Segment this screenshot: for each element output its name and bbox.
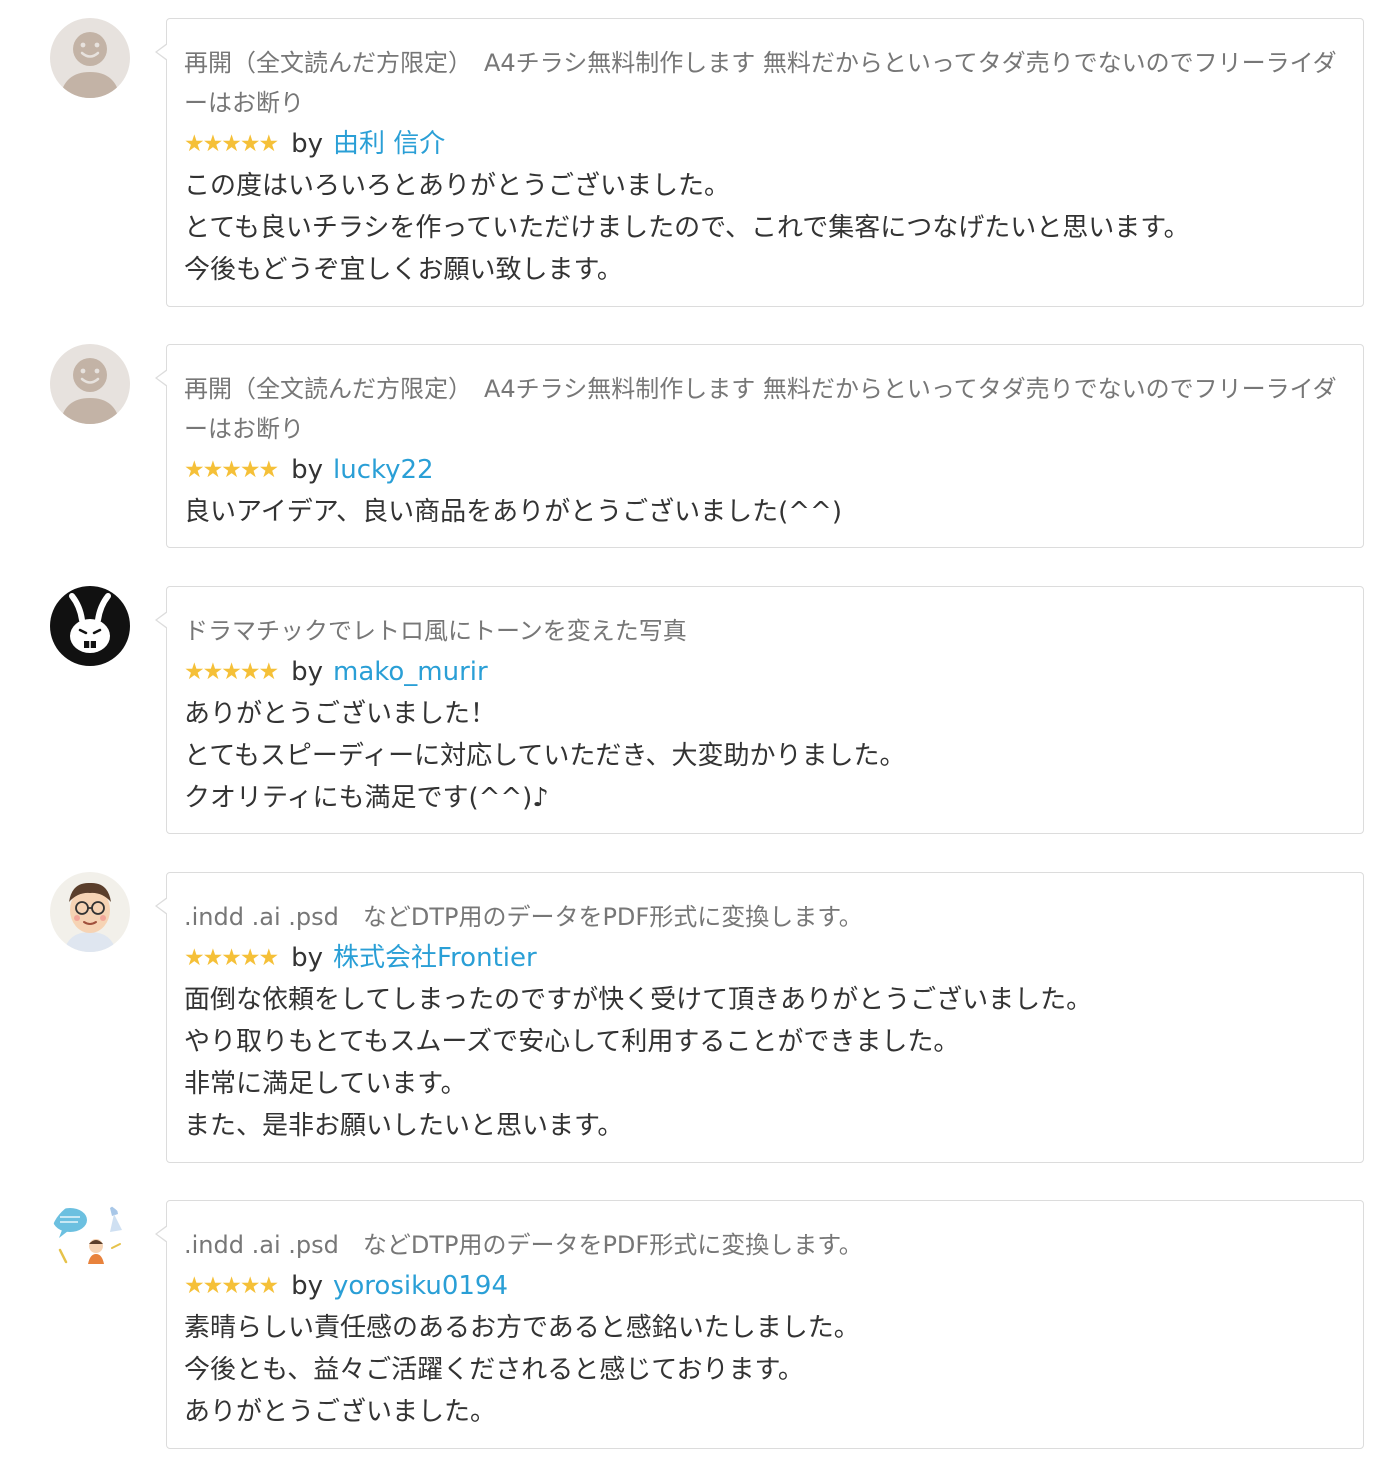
comment-line: この度はいろいろとありがとうございました。 [184, 171, 731, 201]
avatar[interactable] [50, 344, 130, 424]
star-rating: ★★★★★ [184, 945, 279, 971]
rating-line: ★★★★★ by mako_murir [184, 651, 1345, 693]
review-card: .indd .ai .psd などDTP用のデータをPDF形式に変換します。 ★… [155, 1200, 1364, 1449]
comment-line: ありがとうございました。 [184, 1397, 497, 1427]
review-card: ドラマチックでレトロ風にトーンを変えた写真 ★★★★★ by mako_muri… [155, 586, 1364, 834]
review-comment: 面倒な依頼をしてしまったのですが快く受けて頂きありがとうございました。 やり取り… [184, 979, 1345, 1147]
by-label: by [291, 943, 323, 973]
review-comment: 素晴らしい責任感のあるお方であると感銘いたしました。 今後とも、益々ご活躍くださ… [184, 1307, 1345, 1433]
star-rating: ★★★★★ [184, 1273, 279, 1299]
comment-line: 面倒な依頼をしてしまったのですが快く受けて頂きありがとうございました。 [184, 985, 1093, 1015]
review-card: 再開（全文読んだ方限定） A4チラシ無料制作します 無料だからといってタダ売りで… [155, 344, 1364, 548]
comment-line: 非常に満足しています。 [184, 1069, 467, 1099]
review-card: 再開（全文読んだ方限定） A4チラシ無料制作します 無料だからといってタダ売りで… [155, 18, 1364, 307]
review-comment: 良いアイデア、良い商品をありがとうございました(^^) [184, 491, 1345, 533]
illustration-avatar-icon [50, 1200, 130, 1280]
review-comment: この度はいろいろとありがとうございました。 とても良いチラシを作っていただけまし… [184, 165, 1345, 291]
review-card: .indd .ai .psd などDTP用のデータをPDF形式に変換します。 ★… [155, 872, 1364, 1163]
username-link[interactable]: lucky22 [333, 449, 434, 491]
service-title[interactable]: ドラマチックでレトロ風にトーンを変えた写真 [184, 611, 1345, 651]
service-title[interactable]: .indd .ai .psd などDTP用のデータをPDF形式に変換します。 [184, 897, 1345, 937]
avatar[interactable] [50, 586, 130, 666]
comment-line: とてもスピーディーに対応していただき、大変助かりました。 [184, 741, 906, 771]
avatar[interactable] [50, 18, 130, 98]
rating-line: ★★★★★ by yorosiku0194 [184, 1265, 1345, 1307]
comment-line: 今後もどうぞ宜しくお願い致します。 [184, 255, 623, 285]
man-glasses-avatar-icon [50, 872, 130, 952]
comment-line: 良いアイデア、良い商品をありがとうございました(^^) [184, 497, 842, 527]
star-rating: ★★★★★ [184, 659, 279, 685]
comment-line: また、是非お願いしたいと思います。 [184, 1111, 624, 1141]
by-label: by [291, 455, 323, 485]
by-label: by [291, 129, 323, 159]
comment-line: 素晴らしい責任感のあるお方であると感銘いたしました。 [184, 1313, 860, 1343]
default-user-icon [50, 344, 130, 424]
service-title[interactable]: 再開（全文読んだ方限定） A4チラシ無料制作します 無料だからといってタダ売りで… [184, 369, 1345, 449]
service-title[interactable]: 再開（全文読んだ方限定） A4チラシ無料制作します 無料だからといってタダ売りで… [184, 43, 1345, 123]
star-rating: ★★★★★ [184, 457, 279, 483]
comment-line: クオリティにも満足です(^^)♪ [184, 783, 549, 813]
comment-line: やり取りもとてもスムーズで安心して利用することができました。 [184, 1027, 960, 1057]
username-link[interactable]: 株式会社Frontier [333, 937, 537, 979]
avatar[interactable] [50, 1200, 130, 1280]
service-title[interactable]: .indd .ai .psd などDTP用のデータをPDF形式に変換します。 [184, 1225, 1345, 1265]
rating-line: ★★★★★ by lucky22 [184, 449, 1345, 491]
comment-line: ありがとうございました！ [184, 699, 497, 729]
review-comment: ありがとうございました！ とてもスピーディーに対応していただき、大変助かりました… [184, 693, 1345, 819]
rating-line: ★★★★★ by 株式会社Frontier [184, 937, 1345, 979]
username-link[interactable]: mako_murir [333, 651, 488, 693]
username-link[interactable]: yorosiku0194 [333, 1265, 508, 1307]
star-rating: ★★★★★ [184, 131, 279, 157]
rabbit-avatar-icon [50, 586, 130, 666]
username-link[interactable]: 由利 信介 [333, 123, 445, 165]
comment-line: とても良いチラシを作っていただけましたので、これで集客につなげたいと思います。 [184, 213, 1190, 243]
by-label: by [291, 1271, 323, 1301]
default-user-icon [50, 18, 130, 98]
comment-line: 今後とも、益々ご活躍くだされると感じております。 [184, 1355, 804, 1385]
by-label: by [291, 657, 323, 687]
avatar[interactable] [50, 872, 130, 952]
rating-line: ★★★★★ by 由利 信介 [184, 123, 1345, 165]
